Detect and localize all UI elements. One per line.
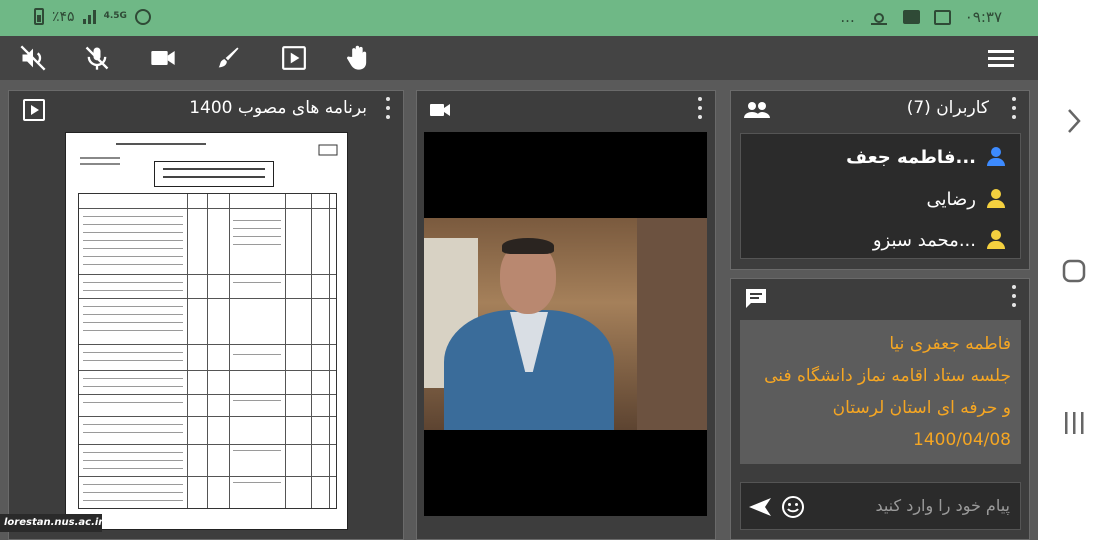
user-item[interactable]: محمد سبزو... xyxy=(873,227,1006,253)
brush-icon[interactable] xyxy=(213,43,243,73)
video-more-icon[interactable] xyxy=(697,97,703,119)
network-type: 4.5G xyxy=(103,11,127,21)
recent-apps-icon[interactable] xyxy=(1062,410,1086,436)
chat-message-date: 1400/04/08 xyxy=(913,430,1011,450)
send-icon[interactable] xyxy=(747,496,773,518)
video-panel-header xyxy=(417,91,715,127)
battery-icon xyxy=(34,8,44,25)
chat-panel-header xyxy=(731,279,1029,315)
document-table xyxy=(78,193,337,509)
signal-icon xyxy=(82,9,96,24)
user-name: رضایی xyxy=(926,188,976,210)
emoji-icon[interactable] xyxy=(781,495,805,519)
chat-icon xyxy=(746,289,766,308)
presentation-icon[interactable] xyxy=(279,43,309,73)
user-icon xyxy=(986,189,1006,209)
presentation-icon xyxy=(19,95,49,125)
mic-muted-icon[interactable] xyxy=(82,43,112,73)
users-icon xyxy=(744,102,770,118)
participant-video xyxy=(424,218,707,430)
menu-icon[interactable] xyxy=(986,43,1016,73)
user-icon xyxy=(986,230,1006,250)
app-screen: ٪۴۵ 4.5G ... ۰۹:۳۷ برنامه های مصوب 1400 … xyxy=(0,0,1038,540)
toolbar xyxy=(0,36,1038,80)
speaker-muted-icon[interactable] xyxy=(18,43,48,73)
message-icon xyxy=(902,10,920,24)
android-nav-bar xyxy=(1038,0,1110,540)
status-left: ٪۴۵ 4.5G xyxy=(34,8,151,25)
user-list: فاطمه جعف... رضایی محمد سبزو... xyxy=(740,133,1021,259)
user-name: فاطمه جعف... xyxy=(846,146,976,168)
chevron-right-icon[interactable] xyxy=(1064,106,1084,136)
chat-more-icon[interactable] xyxy=(1011,285,1017,307)
battery-percent: ٪۴۵ xyxy=(52,8,75,25)
chat-message: فاطمه جعفری نیا جلسه ستاد اقامه نماز دان… xyxy=(740,320,1021,464)
presentation-title: برنامه های مصوب 1400 xyxy=(189,98,367,118)
image-icon xyxy=(933,9,951,25)
brightness-icon xyxy=(870,13,887,25)
presentation-panel-header: برنامه های مصوب 1400 xyxy=(9,91,403,127)
more-notifications: ... xyxy=(840,8,855,26)
status-bar: ٪۴۵ 4.5G ... ۰۹:۳۷ xyxy=(0,0,1038,36)
document-logo-icon xyxy=(318,144,338,156)
chat-input[interactable]: پیام خود را وارد کنید xyxy=(875,496,1010,515)
presentation-more-icon[interactable] xyxy=(385,97,391,119)
user-item[interactable]: رضایی xyxy=(927,186,1006,212)
video-feed xyxy=(424,132,707,516)
status-time: ۰۹:۳۷ xyxy=(964,8,1002,26)
home-icon[interactable] xyxy=(1061,258,1087,284)
chat-message-line: و حرفه ای استان لرستان xyxy=(832,398,1011,418)
camera-icon xyxy=(425,95,455,125)
users-panel-header: کاربران (7) xyxy=(731,91,1029,127)
status-right: ... ۰۹:۳۷ xyxy=(840,8,1002,26)
chat-input-bar: پیام خود را وارد کنید xyxy=(740,482,1021,530)
alarm-icon xyxy=(134,8,151,25)
document-heading xyxy=(154,161,274,187)
chat-message-line: جلسه ستاد اقامه نماز دانشگاه فنی xyxy=(764,366,1011,386)
users-title: کاربران (7) xyxy=(906,98,989,118)
camera-icon[interactable] xyxy=(148,43,178,73)
user-icon xyxy=(986,147,1006,167)
chat-message-author: فاطمه جعفری نیا xyxy=(889,334,1011,354)
user-name: محمد سبزو... xyxy=(872,229,976,251)
users-more-icon[interactable] xyxy=(1011,97,1017,119)
user-item[interactable]: فاطمه جعف... xyxy=(846,144,1006,170)
presentation-slide xyxy=(65,132,348,530)
site-watermark: lorestan.nus.ac.ir xyxy=(0,514,103,532)
raise-hand-icon[interactable] xyxy=(343,43,373,73)
